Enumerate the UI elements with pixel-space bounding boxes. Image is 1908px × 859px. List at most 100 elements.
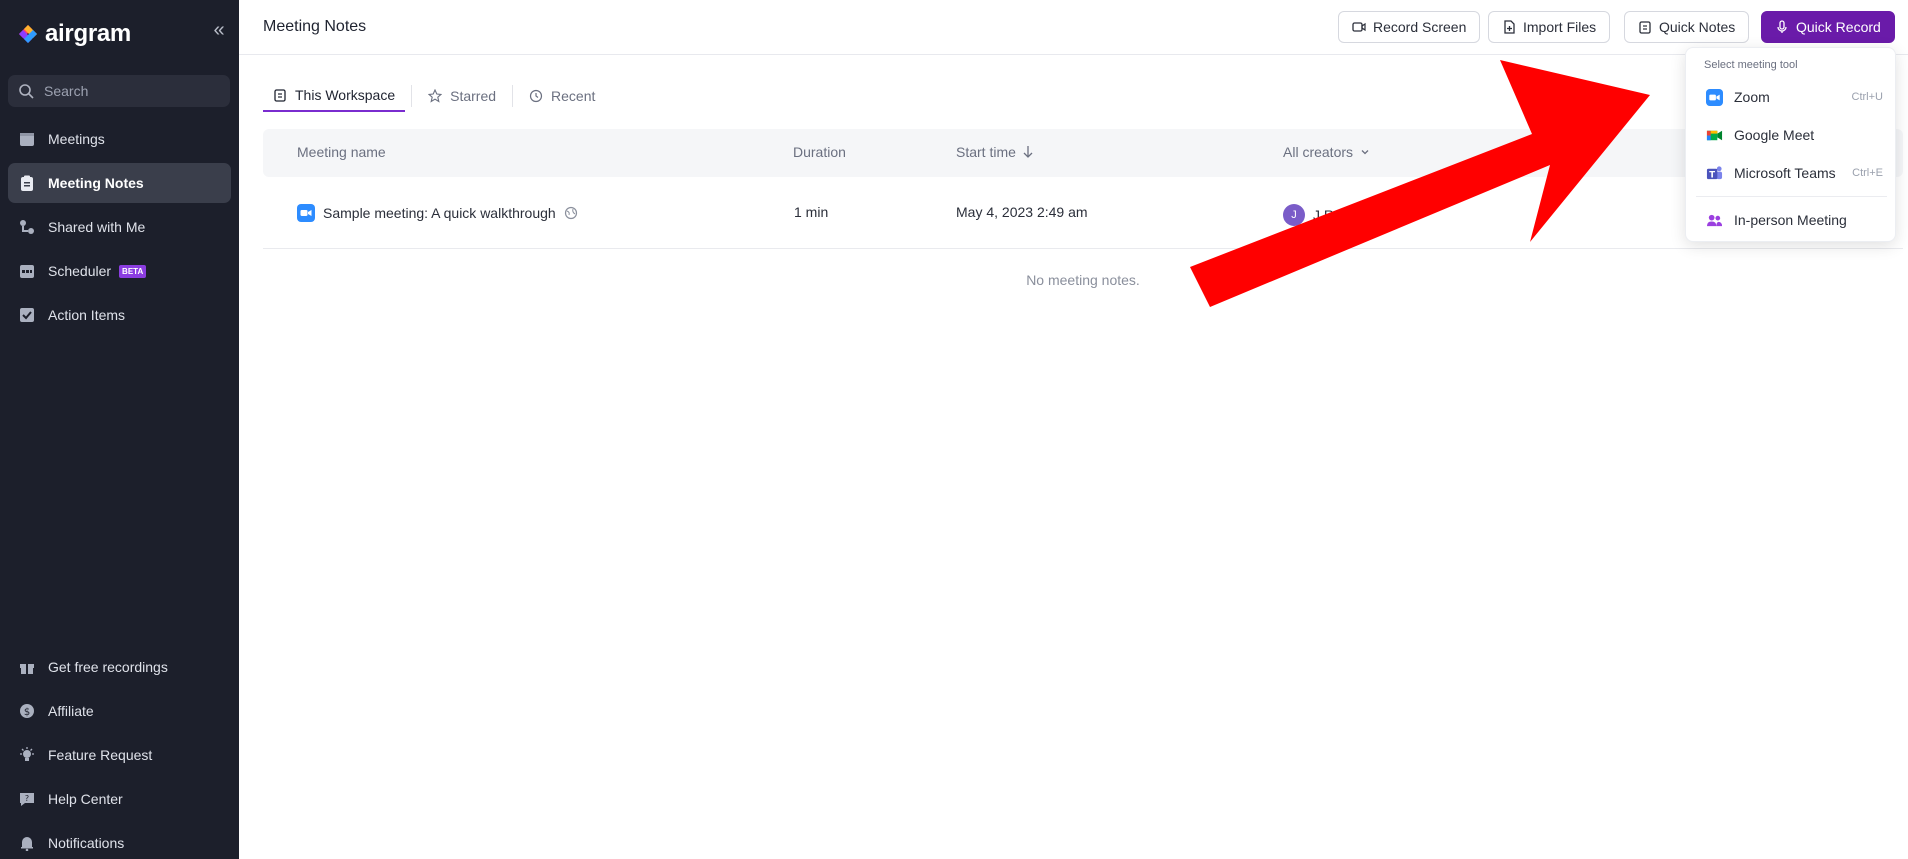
table-row[interactable]: Sample meeting: A quick walkthrough 1 mi… [263,177,1903,249]
share-icon [18,218,36,236]
sidebar-item-label: Action Items [48,307,126,323]
search-box[interactable] [8,75,230,107]
creator-name: J R [1313,207,1334,223]
shortcut-hint: Ctrl+U [1851,91,1883,103]
quick-notes-button[interactable]: Quick Notes [1624,11,1750,43]
meeting-name-cell[interactable]: Sample meeting: A quick walkthrough [297,204,578,222]
sidebar-item-shared-with-me[interactable]: Shared with Me [8,207,231,247]
menu-item-label: Microsoft Teams [1734,165,1836,181]
record-screen-button[interactable]: Record Screen [1338,11,1481,43]
scheduler-icon [18,262,36,280]
clipboard-icon [274,89,286,102]
microphone-icon [1777,20,1787,33]
sidebar-item-label: Affiliate [48,703,94,719]
tab-recent[interactable]: Recent [519,80,605,112]
creators-filter[interactable]: All creators [1283,144,1371,160]
import-files-label: Import Files [1523,19,1597,35]
menu-item-label: Zoom [1734,89,1770,105]
dollar-icon: $ [18,702,36,720]
tab-starred[interactable]: Starred [418,80,506,112]
calendar-icon [18,130,36,148]
main-content: Meeting Notes Record Screen Import Files… [239,0,1908,859]
menu-item-google-meet[interactable]: Google Meet [1686,117,1897,153]
sidebar-item-affiliate[interactable]: $ Affiliate [8,691,231,731]
beta-badge: BETA [119,264,147,278]
tab-divider [411,85,413,107]
menu-item-label: Google Meet [1734,127,1815,143]
checkbox-icon [18,306,36,324]
sidebar-item-scheduler[interactable]: Scheduler BETA [8,251,231,291]
svg-text:T: T [1709,170,1715,180]
empty-state-text: No meeting notes. [1026,272,1140,288]
airgram-logo-icon [19,25,37,43]
dropdown-divider [1696,196,1887,197]
menu-item-label: In-person Meeting [1734,212,1847,228]
tab-divider [512,85,514,107]
avatar: J [1283,204,1305,226]
sidebar-item-action-items[interactable]: Action Items [8,295,231,335]
zoom-icon [297,204,315,222]
sidebar-item-meeting-notes[interactable]: Meeting Notes [8,163,231,203]
record-screen-label: Record Screen [1373,19,1467,35]
page-title: Meeting Notes [263,18,367,35]
clipboard-icon [18,174,36,192]
column-label: Start time [956,144,1016,160]
search-input[interactable] [44,83,214,99]
column-label: Duration [793,144,846,160]
zoom-icon [1706,88,1723,106]
file-import-icon [1504,20,1515,34]
sidebar-item-label: Notifications [48,835,125,851]
app-name: airgram [45,20,131,47]
svg-text:?: ? [25,794,29,803]
sidebar-item-label: Help Center [48,791,123,807]
column-label: All creators [1283,144,1354,160]
sidebar-nav: Meetings Meeting Notes Shared with Me Sc… [8,119,231,339]
duration-cell: 1 min [794,204,828,220]
sidebar-item-label: Meeting Notes [48,175,144,191]
sidebar-item-help-center[interactable]: ? Help Center [8,779,231,819]
teams-icon: T [1706,165,1723,180]
column-start-time[interactable]: Start time [956,144,1034,160]
google-meet-icon [1706,130,1723,140]
search-icon [19,84,34,99]
start-time-cell: May 4, 2023 2:49 am [956,204,1088,220]
tab-label: Starred [450,88,497,104]
column-meeting-name[interactable]: Meeting name [297,144,386,160]
sidebar-item-feature-request[interactable]: Feature Request [8,735,231,775]
menu-item-in-person-meeting[interactable]: In-person Meeting [1686,202,1897,238]
tab-label: Recent [551,88,596,104]
top-bar: Meeting Notes Record Screen Import Files… [239,0,1908,55]
sidebar-bottom-nav: Get free recordings $ Affiliate Feature … [8,647,231,859]
meeting-name: Sample meeting: A quick walkthrough [323,205,556,221]
svg-text:$: $ [24,707,30,718]
collapse-sidebar-icon[interactable]: « [208,20,230,42]
sort-down-icon [1023,146,1033,158]
sidebar-item-get-free-recordings[interactable]: Get free recordings [8,647,231,687]
dropdown-title: Select meeting tool [1704,59,1798,71]
meeting-tool-dropdown: Select meeting tool Zoom Ctrl+U Google M… [1685,47,1896,242]
tab-label: This Workspace [295,87,396,103]
duration-value: 1 min [794,204,829,220]
quick-record-label: Quick Record [1796,19,1881,35]
creator-cell: J J R [1283,204,1334,226]
sidebar-item-label: Meetings [48,131,105,147]
sidebar-item-label: Feature Request [48,747,153,763]
star-icon [428,89,443,103]
sidebar-item-notifications[interactable]: Notifications [8,823,231,859]
sidebar-item-label: Scheduler [48,263,112,279]
lightbulb-icon [18,746,36,764]
bell-icon [18,834,36,852]
import-files-button[interactable]: Import Files [1488,11,1611,43]
menu-item-microsoft-teams[interactable]: T Microsoft Teams Ctrl+E [1686,155,1897,191]
quick-record-button[interactable]: Quick Record [1761,11,1895,43]
sidebar-item-meetings[interactable]: Meetings [8,119,231,159]
help-icon: ? [18,790,36,808]
app-logo[interactable]: airgram [17,20,131,48]
tab-this-workspace[interactable]: This Workspace [263,80,406,112]
menu-item-zoom[interactable]: Zoom Ctrl+U [1686,79,1897,115]
clock-icon [529,89,543,103]
column-duration[interactable]: Duration [793,144,846,160]
sidebar-item-label: Shared with Me [48,219,146,235]
video-camera-icon [1352,22,1366,32]
clipboard-icon [1639,21,1651,34]
